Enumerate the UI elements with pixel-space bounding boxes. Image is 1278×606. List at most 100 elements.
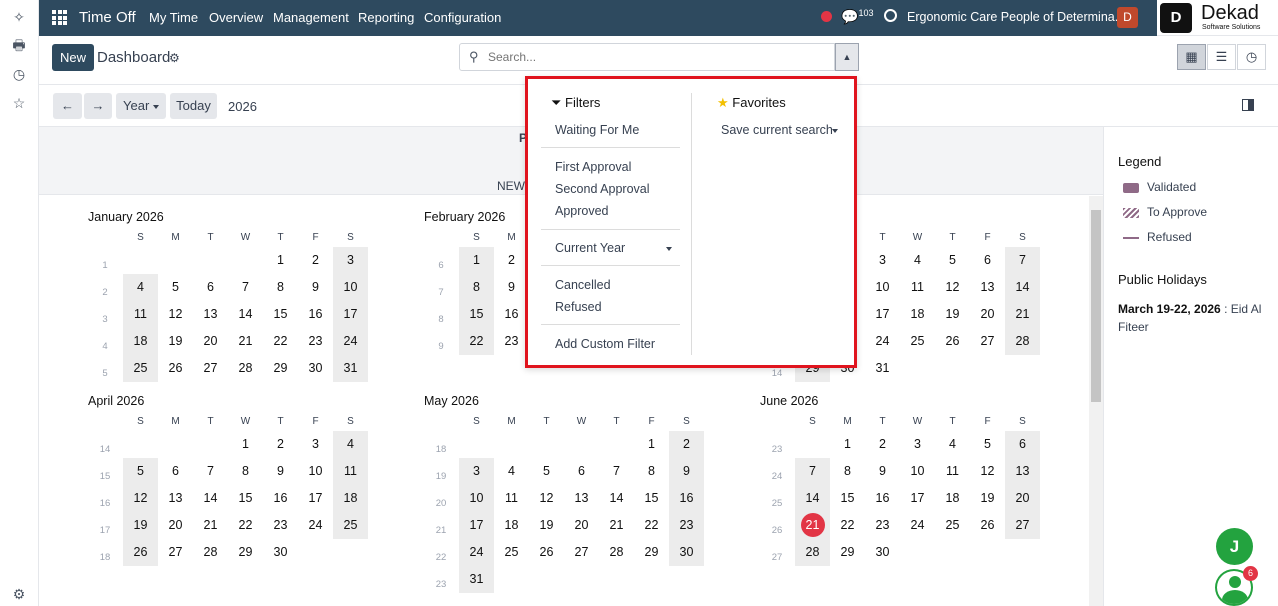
calendar-day[interactable]: 12 [935,274,970,301]
user-bubble-j[interactable]: J [1216,528,1253,565]
calendar-day[interactable]: 12 [158,301,193,328]
calendar-day[interactable]: 30 [669,539,704,566]
calendar-day[interactable]: 22 [459,328,494,355]
calendar-day[interactable]: 9 [298,274,333,301]
calendar-day[interactable]: 6 [970,247,1005,274]
previous-button[interactable]: ← [53,93,82,119]
add-custom-filter[interactable]: Add Custom Filter [555,337,655,351]
calendar-day[interactable]: 28 [228,355,263,382]
calendar-day[interactable]: 7 [1005,247,1040,274]
calendar-day[interactable]: 12 [529,485,564,512]
calendar-day[interactable]: 10 [298,458,333,485]
activity-clock-icon[interactable] [884,9,897,22]
calendar-day[interactable]: 10 [333,274,368,301]
calendar-day[interactable]: 5 [970,431,1005,458]
calendar-day[interactable]: 14 [228,301,263,328]
calendar-day[interactable]: 2 [865,431,900,458]
calendar-day[interactable]: 22 [228,512,263,539]
calendar-day[interactable]: 27 [564,539,599,566]
calendar-day[interactable]: 5 [529,458,564,485]
calendar-day[interactable]: 15 [263,301,298,328]
calendar-day[interactable]: 3 [900,431,935,458]
calendar-view-button[interactable]: ▦ [1177,44,1206,70]
app-name[interactable]: Time Off [79,9,136,26]
calendar-day[interactable]: 2 [669,431,704,458]
calendar-day[interactable]: 18 [900,301,935,328]
company-switcher[interactable]: Ergonomic Care People of Determina... [907,10,1125,24]
list-view-button[interactable]: ☰ [1207,44,1236,70]
filter-refused[interactable]: Refused [555,300,602,314]
calendar-day[interactable]: 25 [900,328,935,355]
calendar-day[interactable]: 13 [564,485,599,512]
calendar-day[interactable]: 2 [494,247,529,274]
sparkle-icon[interactable]: ✧ [10,8,28,26]
next-button[interactable]: → [84,93,112,119]
calendar-day[interactable]: 26 [935,328,970,355]
calendar-day[interactable]: 21 [193,512,228,539]
calendar-day[interactable]: 19 [970,485,1005,512]
calendar-day[interactable]: 24 [333,328,368,355]
calendar-day[interactable]: 20 [1005,485,1040,512]
search-options-toggle[interactable]: ▲ [835,43,859,71]
calendar-day[interactable]: 16 [494,301,529,328]
cash-register-icon[interactable]: 🖶 [10,36,28,54]
calendar-day[interactable]: 16 [298,301,333,328]
calendar-day[interactable]: 23 [669,512,704,539]
calendar-day[interactable]: 20 [193,328,228,355]
calendar-day[interactable]: 27 [158,539,193,566]
calendar-day[interactable]: 14 [1005,274,1040,301]
calendar-day[interactable]: 1 [634,431,669,458]
calendar-day[interactable]: 1 [459,247,494,274]
calendar-day[interactable]: 7 [599,458,634,485]
calendar-day[interactable]: 11 [935,458,970,485]
calendar-day[interactable]: 5 [935,247,970,274]
calendar-day[interactable]: 4 [123,274,158,301]
save-current-search[interactable]: Save current search [721,123,838,137]
calendar-day[interactable]: 18 [494,512,529,539]
calendar-day[interactable]: 13 [970,274,1005,301]
calendar-day[interactable]: 6 [193,274,228,301]
calendar-day[interactable]: 15 [634,485,669,512]
calendar-day[interactable]: 19 [123,512,158,539]
sidebar-toggle-icon[interactable] [1242,99,1254,111]
calendar-day[interactable]: 15 [459,301,494,328]
nav-management[interactable]: Management [273,10,349,25]
calendar-day[interactable]: 4 [900,247,935,274]
calendar-day[interactable]: 9 [494,274,529,301]
calendar-day[interactable]: 11 [333,458,368,485]
calendar-day[interactable]: 30 [298,355,333,382]
filter-approved[interactable]: Approved [555,204,609,218]
calendar-day[interactable]: 29 [228,539,263,566]
calendar-day[interactable]: 12 [123,485,158,512]
scrollbar-thumb[interactable] [1091,210,1101,402]
search-input[interactable] [488,48,788,66]
new-button[interactable]: New [52,44,94,71]
calendar-day[interactable]: 21 [228,328,263,355]
scale-dropdown[interactable]: Year [116,93,166,119]
calendar-day[interactable]: 24 [900,512,935,539]
calendar-day[interactable]: 8 [459,274,494,301]
calendar-day[interactable]: 25 [935,512,970,539]
calendar-day[interactable]: 6 [1005,431,1040,458]
calendar-day[interactable]: 6 [158,458,193,485]
calendar-day[interactable]: 2 [298,247,333,274]
calendar-day[interactable]: 1 [830,431,865,458]
calendar-day[interactable]: 27 [970,328,1005,355]
calendar-day[interactable]: 15 [228,485,263,512]
calendar-day[interactable]: 18 [333,485,368,512]
app-grid-icon[interactable] [52,10,67,25]
calendar-day[interactable]: 26 [158,355,193,382]
star-icon[interactable]: ☆ [10,94,28,112]
calendar-day[interactable]: 26 [529,539,564,566]
calendar-day[interactable]: 28 [1005,328,1040,355]
calendar-day[interactable]: 8 [634,458,669,485]
calendar-day[interactable]: 4 [935,431,970,458]
calendar-day[interactable]: 9 [669,458,704,485]
calendar-day[interactable]: 20 [564,512,599,539]
calendar-day[interactable]: 3 [298,431,333,458]
filter-first-approval[interactable]: First Approval [555,160,631,174]
calendar-day[interactable]: 30 [865,539,900,566]
calendar-day[interactable]: 26 [123,539,158,566]
calendar-day[interactable]: 10 [865,274,900,301]
calendar-day[interactable]: 19 [158,328,193,355]
